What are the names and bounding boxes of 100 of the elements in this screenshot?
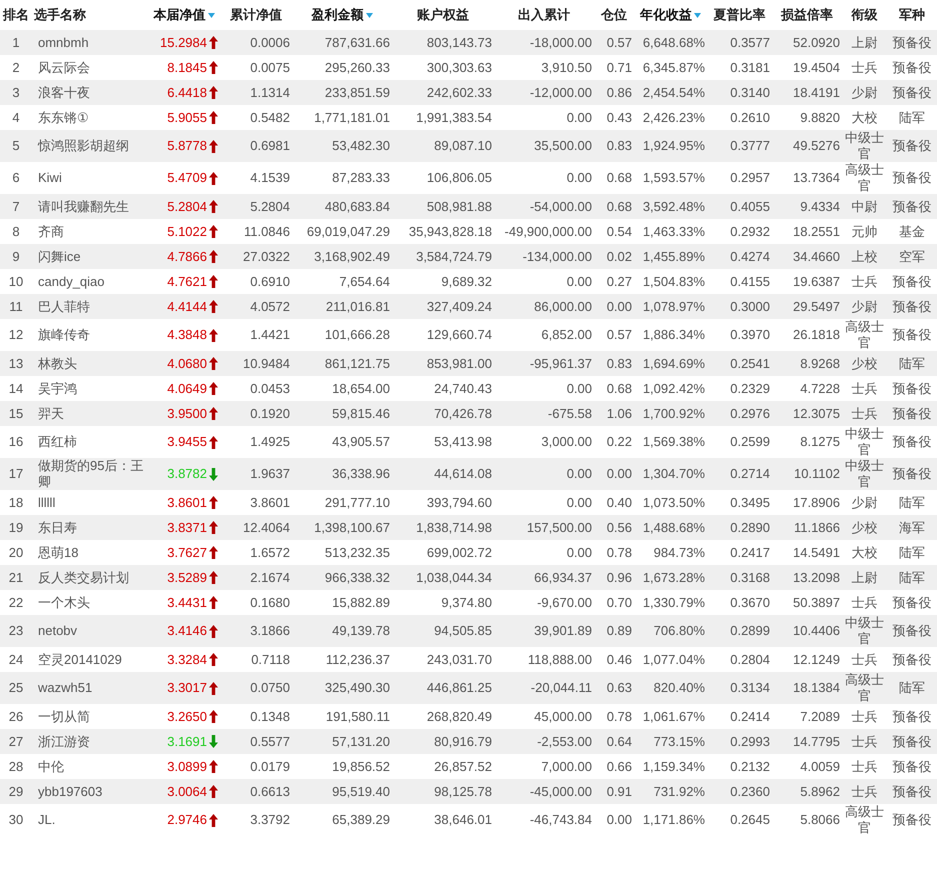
sharpe-cell-text: 0.3134 — [729, 680, 770, 696]
profit-cell-text: 112,236.37 — [324, 652, 390, 668]
position-cell-text: 0.89 — [606, 623, 632, 639]
ratio-cell-text: 5.8962 — [799, 784, 840, 800]
equity-cell-text: 1,991,383.54 — [415, 110, 492, 126]
sharpe-cell-text: 0.2957 — [729, 170, 770, 186]
rank-title-cell-text: 高级士官 — [844, 804, 885, 836]
sharpe-cell-text: 0.3168 — [729, 570, 770, 586]
ratio-cell-text: 19.4504 — [792, 60, 840, 76]
return-cell-text: 773.15% — [652, 734, 705, 750]
net-value-cell-text: 0.6613 — [249, 784, 290, 800]
return-cell-text: 1,073.50% — [642, 494, 705, 510]
rank-title-cell-text: 少校 — [850, 356, 878, 372]
equity-cell-text: 853,981.00 — [426, 356, 492, 372]
player-name: 吴宇鸿 — [38, 380, 78, 396]
column-header: 账户权益 — [417, 7, 469, 22]
branch-cell-text: 预备役 — [892, 138, 932, 154]
rank-cell-text: 30 — [8, 812, 24, 828]
sharpe-cell-text: 0.3140 — [729, 84, 770, 100]
branch-cell-text: 预备役 — [892, 298, 932, 314]
sort-icon[interactable] — [366, 13, 372, 18]
period-net-value: 4.4144 — [167, 298, 207, 314]
branch-cell-text: 预备役 — [892, 758, 932, 774]
flow-cell-text: 3,910.50 — [540, 60, 592, 76]
rank-cell-text: 7 — [11, 198, 21, 214]
position-cell-text: 0.40 — [606, 494, 632, 510]
sharpe-cell-text: 0.2610 — [729, 110, 770, 126]
position-cell-text: 0.57 — [606, 327, 632, 343]
rank-title-cell-text: 士兵 — [850, 60, 878, 76]
sharpe-cell-text: 0.2329 — [729, 380, 770, 396]
sort-icon[interactable] — [208, 13, 214, 18]
position-cell-text: 0.43 — [606, 110, 632, 126]
rank-cell-text: 1 — [11, 34, 21, 50]
flow-cell-text: 86,000.00 — [533, 298, 592, 314]
rank-title-cell-text: 少尉 — [850, 84, 878, 100]
profit-cell-text: 95,519.40 — [331, 784, 390, 800]
equity-cell-text: 803,143.73 — [426, 34, 492, 50]
player-name: ybb197603 — [38, 784, 104, 800]
profit-cell-text: 59,815.46 — [331, 406, 390, 422]
sharpe-cell-text: 0.3181 — [729, 60, 770, 76]
flow-cell-text: -2,553.00 — [536, 734, 592, 750]
rank-cell-text: 21 — [8, 570, 24, 586]
rank-cell-text: 25 — [8, 680, 24, 696]
player-name: wazwh51 — [38, 680, 94, 696]
player-name: 巴人菲特 — [38, 298, 91, 314]
sharpe-cell-text: 0.3577 — [729, 34, 770, 50]
column-header: 夏普比率 — [714, 7, 766, 22]
return-cell-text: 1,061.67% — [642, 708, 705, 724]
period-net-value: 3.9500 — [167, 406, 207, 422]
period-net-value: 5.2804 — [167, 198, 207, 214]
net-value-cell-text: 0.5482 — [249, 110, 290, 126]
position-cell-text: 0.91 — [606, 784, 632, 800]
ratio-cell-text: 12.1249 — [792, 652, 840, 668]
position-cell-text: 0.00 — [606, 466, 632, 482]
ratio-cell-text: 10.4406 — [792, 623, 840, 639]
period-net-value: 5.4709 — [167, 170, 207, 186]
period-net-value: 3.9455 — [167, 434, 207, 450]
net-value-cell-text: 4.0572 — [249, 298, 290, 314]
branch-cell-text: 预备役 — [892, 198, 932, 214]
equity-cell-text: 243,031.70 — [426, 652, 492, 668]
sort-icon[interactable] — [694, 13, 701, 18]
rank-title-cell-text: 中尉 — [850, 198, 878, 214]
rank-title-cell-text: 士兵 — [850, 594, 878, 610]
player-name: 西红柿 — [38, 434, 78, 450]
period-net-value: 3.7627 — [167, 544, 207, 560]
branch-cell-text: 预备役 — [892, 434, 932, 450]
equity-cell-text: 80,916.79 — [433, 734, 492, 750]
sharpe-cell-text: 0.3495 — [729, 494, 770, 510]
player-name: 林教头 — [38, 356, 78, 372]
branch-cell-text: 空军 — [898, 248, 926, 264]
ratio-cell-text: 52.0920 — [792, 34, 840, 50]
ratio-cell-text: 14.5491 — [792, 544, 840, 560]
net-value-cell-text: 0.1348 — [249, 708, 290, 724]
return-cell-text: 1,694.69% — [642, 356, 705, 372]
rank-title-cell-text: 士兵 — [850, 652, 878, 668]
return-cell-text: 1,488.68% — [642, 520, 705, 536]
net-value-cell-text: 0.1680 — [249, 594, 290, 610]
ratio-cell-text: 18.4191 — [792, 84, 840, 100]
period-net-value: 3.4146 — [167, 623, 207, 639]
player-name: netobv — [38, 623, 78, 639]
flow-cell-text: 0.00 — [566, 380, 592, 396]
player-name: 东日寿 — [38, 520, 78, 536]
ratio-cell-text: 9.8820 — [799, 110, 840, 126]
rank-cell-text: 3 — [11, 84, 21, 100]
branch-cell-text: 预备役 — [892, 327, 932, 343]
sharpe-cell-text: 0.2804 — [729, 652, 770, 668]
net-value-cell-text: 3.3792 — [249, 812, 290, 828]
player-name: 恩萌18 — [38, 544, 80, 560]
profit-cell-text: 7,654.64 — [338, 274, 390, 290]
column-header: 损益倍率 — [781, 7, 833, 22]
position-cell-text: 0.71 — [606, 60, 632, 76]
flow-cell-text: -54,000.00 — [528, 198, 592, 214]
rank-cell-text: 4 — [11, 110, 21, 126]
column-header: 衔级 — [852, 7, 878, 22]
rank-title-cell-text: 中级士官 — [844, 615, 885, 647]
position-cell-text: 0.83 — [606, 356, 632, 372]
sharpe-cell-text: 0.3000 — [729, 298, 770, 314]
profit-cell-text: 15,882.89 — [331, 594, 390, 610]
profit-cell-text: 3,168,902.49 — [313, 248, 390, 264]
sharpe-cell-text: 0.2899 — [729, 623, 770, 639]
